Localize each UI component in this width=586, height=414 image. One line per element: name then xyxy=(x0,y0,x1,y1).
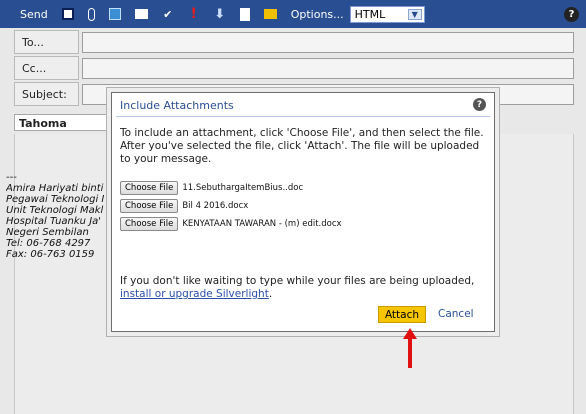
file-row: Choose File 11.SebuthargaItemBius..doc xyxy=(120,181,303,195)
signature-line: Negeri Sembilan xyxy=(6,227,89,238)
send-button[interactable]: Send xyxy=(20,8,48,21)
install-silverlight-link[interactable]: install or upgrade Silverlight xyxy=(120,288,269,300)
signature-line: Unit Teknologi Makl xyxy=(6,205,104,216)
file-name: KENYATAAN TAWARAN - (m) edit.docx xyxy=(182,219,342,229)
dialog-title: Include Attachments xyxy=(120,99,234,112)
help-icon[interactable]: ? xyxy=(564,7,579,22)
silverlight-note: If you don't like waiting to type while … xyxy=(120,275,490,301)
to-row: To... xyxy=(14,30,574,54)
font-select[interactable]: Tahoma xyxy=(14,114,124,131)
chevron-down-icon[interactable]: ▼ xyxy=(407,8,422,20)
choose-file-button[interactable]: Choose File xyxy=(120,199,179,213)
file-row: Choose File Bil 4 2016.docx xyxy=(120,199,248,213)
high-importance-icon[interactable]: ! xyxy=(188,6,200,22)
low-importance-icon[interactable]: ⬇ xyxy=(214,7,226,22)
dialog-help-icon[interactable]: ? xyxy=(473,98,486,111)
signature-line: Fax: 06-763 0159 xyxy=(6,249,95,260)
subject-label: Subject: xyxy=(14,82,79,106)
silverlight-note-text: If you don't like waiting to type while … xyxy=(120,275,475,287)
file-name: 11.SebuthargaItemBius..doc xyxy=(182,183,304,193)
save-icon[interactable] xyxy=(61,8,74,20)
to-field[interactable] xyxy=(82,32,574,53)
file-row: Choose File KENYATAAN TAWARAN - (m) edit… xyxy=(120,217,342,231)
cc-row: Cc... xyxy=(14,56,574,80)
categories-icon[interactable] xyxy=(263,9,277,19)
cc-field[interactable] xyxy=(82,58,574,79)
options-button[interactable]: Options... xyxy=(291,8,344,21)
file-name: Bil 4 2016.docx xyxy=(182,201,249,211)
cc-button[interactable]: Cc... xyxy=(14,56,79,80)
signature-line: Amira Hariyati binti xyxy=(6,183,104,194)
message-options-icon[interactable] xyxy=(239,7,250,21)
signature-line: --- xyxy=(6,172,17,183)
attach-button[interactable]: Attach xyxy=(378,306,426,323)
signature-line: Tel: 06-768 4297 xyxy=(6,238,91,249)
format-select[interactable]: HTML ▼ xyxy=(349,5,425,23)
dialog-message: To include an attachment, click 'Choose … xyxy=(120,127,484,165)
format-select-value: HTML xyxy=(354,7,386,21)
address-book-icon[interactable] xyxy=(134,9,148,19)
paperclip-icon[interactable] xyxy=(87,7,95,21)
dialog-divider xyxy=(116,116,490,117)
signature-line: Pegawai Teknologi M xyxy=(6,194,104,205)
toolbar: Send ✔ ! ⬇ Options... HTML ▼ ? xyxy=(0,0,586,28)
cancel-button[interactable]: Cancel xyxy=(438,308,474,320)
choose-file-button[interactable]: Choose File xyxy=(120,181,179,195)
insert-image-icon[interactable] xyxy=(108,8,121,20)
silverlight-note-end: . xyxy=(268,288,273,300)
signature-line: Hospital Tuanku Ja' xyxy=(6,216,102,227)
include-attachments-dialog: Include Attachments ? To include an atta… xyxy=(111,92,495,332)
to-button[interactable]: To... xyxy=(14,30,79,54)
signature: --- Amira Hariyati binti Pegawai Teknolo… xyxy=(6,172,104,260)
choose-file-button[interactable]: Choose File xyxy=(120,217,179,231)
red-arrow-icon xyxy=(403,328,417,368)
check-names-icon[interactable]: ✔ xyxy=(162,8,174,21)
